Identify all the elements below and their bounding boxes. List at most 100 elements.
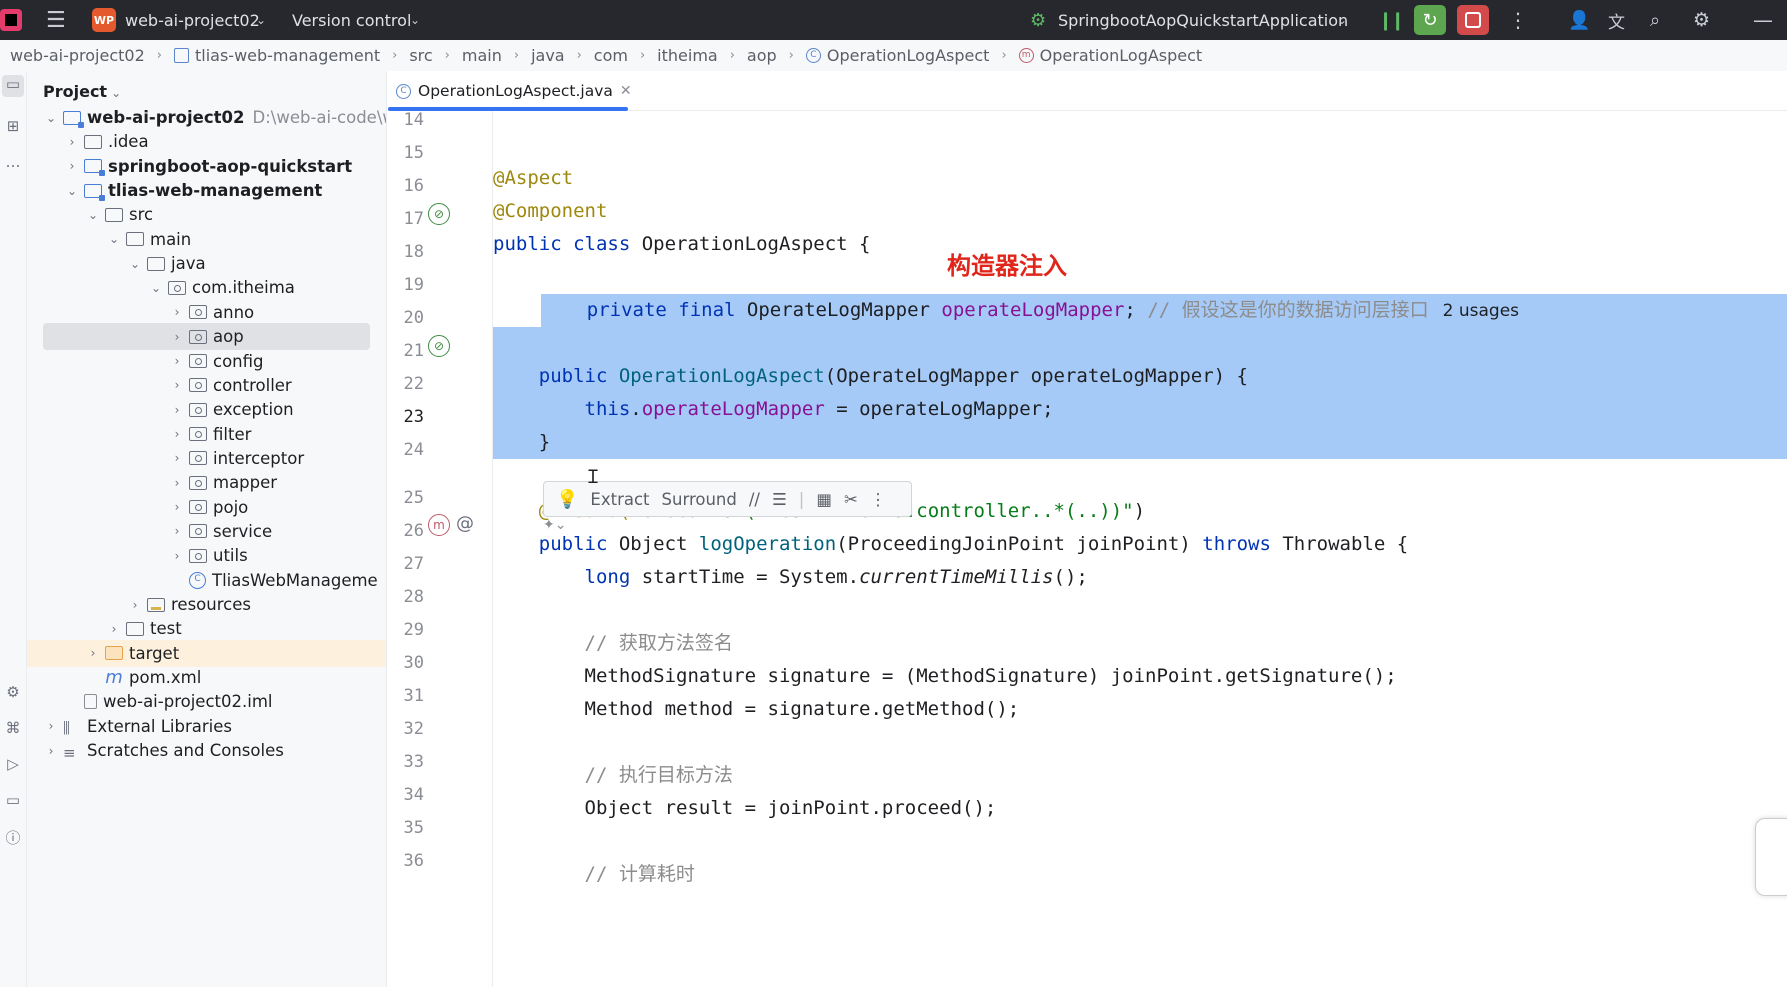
gear-icon[interactable]: ⚙ bbox=[1693, 0, 1710, 40]
tree-item[interactable]: › filter bbox=[27, 421, 386, 448]
comment-icon[interactable]: // bbox=[749, 490, 760, 509]
code-editor[interactable]: @Aspect @Component public class Operatio… bbox=[492, 111, 1787, 987]
chevron-right-icon[interactable]: › bbox=[85, 646, 101, 660]
usages-hint[interactable]: 2 usages bbox=[1443, 301, 1519, 321]
tree-item[interactable]: ⌄ java bbox=[27, 250, 386, 277]
chevron-right-icon[interactable]: › bbox=[43, 719, 59, 733]
rerun-button[interactable]: ↻ bbox=[1414, 5, 1446, 35]
chevron-down-icon[interactable]: ⌄ bbox=[106, 232, 122, 246]
chevron-right-icon[interactable]: › bbox=[43, 744, 59, 758]
tree-item[interactable]: › pojo bbox=[27, 494, 386, 521]
chevron-down-icon[interactable]: ⌄ bbox=[148, 281, 164, 295]
search-icon[interactable]: ⌕ bbox=[1650, 0, 1660, 40]
line-number[interactable]: 29 bbox=[388, 620, 424, 640]
line-number[interactable]: 18 bbox=[388, 242, 424, 262]
tree-item[interactable]: › service bbox=[27, 518, 386, 545]
tree-item[interactable]: ⌄ web-ai-project02 D:\web-ai-code\we bbox=[27, 104, 386, 131]
bean-gutter-icon[interactable]: ⊘ bbox=[428, 203, 450, 225]
line-number[interactable]: 36 bbox=[388, 851, 424, 871]
build-tool-icon[interactable]: ⌘ bbox=[2, 719, 24, 737]
chevron-right-icon[interactable]: › bbox=[127, 598, 143, 612]
version-control-dropdown[interactable]: Version control bbox=[292, 0, 411, 40]
tree-item[interactable]: › test bbox=[27, 615, 386, 642]
line-number[interactable]: 16 bbox=[388, 176, 424, 196]
tree-item[interactable]: › target bbox=[27, 639, 386, 667]
chevron-down-icon[interactable]: ⌄ bbox=[127, 257, 143, 271]
add-user-icon[interactable]: 👤 bbox=[1568, 0, 1590, 40]
line-number[interactable]: 31 bbox=[388, 686, 424, 706]
chevron-right-icon[interactable]: › bbox=[169, 378, 185, 392]
project-panel-header[interactable]: Project ⌄ bbox=[43, 82, 121, 101]
minimize-icon[interactable]: — bbox=[1753, 0, 1773, 40]
chevron-down-icon[interactable]: ⌄ bbox=[256, 0, 266, 40]
line-number[interactable]: 33 bbox=[388, 752, 424, 772]
line-number[interactable]: 21 bbox=[388, 341, 424, 361]
chevron-right-icon[interactable]: › bbox=[169, 549, 185, 563]
run-tool-icon[interactable]: ▷ bbox=[2, 755, 24, 773]
line-number[interactable]: 20 bbox=[388, 308, 424, 328]
breadcrumb-item[interactable]: tlias-web-management bbox=[173, 46, 380, 65]
chevron-right-icon[interactable]: › bbox=[169, 305, 185, 319]
chevron-down-icon[interactable]: ⌄ bbox=[43, 111, 59, 125]
project-name-dropdown[interactable]: web-ai-project02 bbox=[125, 0, 260, 40]
terminal-tool-icon[interactable]: ▭ bbox=[2, 791, 24, 809]
line-number[interactable]: 17 bbox=[388, 209, 424, 229]
line-number[interactable]: 24 bbox=[388, 440, 424, 460]
extract-button[interactable]: Extract bbox=[590, 490, 649, 509]
advice-gutter-icon[interactable]: m bbox=[428, 514, 450, 536]
line-number[interactable]: 25 bbox=[388, 488, 424, 508]
chevron-right-icon[interactable]: › bbox=[169, 476, 185, 490]
line-number[interactable]: 35 bbox=[388, 818, 424, 838]
chevron-down-icon[interactable]: ⌄ bbox=[111, 86, 121, 100]
magic-dropdown-icon[interactable]: ✦⌄ bbox=[543, 517, 566, 533]
breadcrumb-item[interactable]: src bbox=[409, 46, 432, 65]
breadcrumb-item[interactable]: web-ai-project02 bbox=[10, 46, 145, 65]
chevron-down-icon[interactable]: ⌄ bbox=[64, 184, 80, 198]
chevron-right-icon[interactable]: › bbox=[64, 159, 80, 173]
tree-item[interactable]: › mapper bbox=[27, 469, 386, 496]
table-icon[interactable]: ▦ bbox=[816, 490, 832, 509]
tree-item[interactable]: ⌄ main bbox=[27, 226, 386, 253]
chevron-right-icon[interactable]: › bbox=[169, 354, 185, 368]
structure-tool-icon[interactable]: ⊞ bbox=[2, 117, 24, 135]
project-badge[interactable]: WP bbox=[92, 8, 116, 32]
chevron-right-icon[interactable]: › bbox=[169, 451, 185, 465]
stop-button[interactable] bbox=[1457, 5, 1489, 35]
tree-item[interactable]: ⌄ tlias-web-management bbox=[27, 177, 386, 204]
chevron-down-icon[interactable]: ⌄ bbox=[410, 0, 420, 40]
close-icon[interactable]: ✕ bbox=[620, 83, 632, 99]
tree-item[interactable]: › controller bbox=[27, 372, 386, 399]
tree-item[interactable]: › resources bbox=[27, 591, 386, 618]
project-tool-icon[interactable]: ▭ bbox=[2, 75, 24, 97]
chevron-right-icon[interactable]: › bbox=[169, 500, 185, 514]
chevron-down-icon[interactable]: ⌄ bbox=[85, 208, 101, 222]
tree-item[interactable]: C TliasWebManageme bbox=[27, 567, 386, 594]
line-number[interactable]: 22 bbox=[388, 374, 424, 394]
tree-item[interactable]: › interceptor bbox=[27, 445, 386, 472]
line-number[interactable]: 19 bbox=[388, 275, 424, 295]
chevron-right-icon[interactable]: › bbox=[169, 403, 185, 417]
line-number[interactable]: 28 bbox=[388, 587, 424, 607]
tree-item[interactable]: › exception bbox=[27, 396, 386, 423]
tree-item[interactable]: › ⫼ External Libraries bbox=[27, 713, 386, 740]
problems-tool-icon[interactable]: ⓘ bbox=[2, 827, 24, 848]
tree-item[interactable]: › aop bbox=[43, 323, 370, 351]
reformat-icon[interactable]: ☰ bbox=[772, 490, 787, 509]
lightbulb-icon[interactable]: 💡 bbox=[556, 489, 578, 510]
tree-item[interactable]: › springboot-aop-quickstart bbox=[27, 153, 386, 180]
breadcrumb-item[interactable]: m OperationLogAspect bbox=[1018, 46, 1202, 65]
tree-item[interactable]: › ≡ Scratches and Consoles bbox=[27, 737, 386, 764]
main-menu-icon[interactable]: ☰ bbox=[46, 0, 70, 40]
chevron-right-icon[interactable]: › bbox=[106, 622, 122, 636]
translate-icon[interactable]: 文 bbox=[1608, 0, 1625, 40]
line-number[interactable]: 27 bbox=[388, 554, 424, 574]
run-config-dropdown[interactable]: SpringbootAopQuickstartApplication bbox=[1058, 0, 1348, 40]
ai-assist-icon[interactable]: ✂ bbox=[844, 490, 858, 509]
more-icon[interactable]: ⋮ bbox=[870, 490, 887, 509]
breadcrumb-item[interactable]: com bbox=[594, 46, 628, 65]
ide-logo-icon[interactable] bbox=[0, 9, 22, 31]
line-number[interactable]: 32 bbox=[388, 719, 424, 739]
breadcrumb-item[interactable]: aop bbox=[747, 46, 777, 65]
tree-item[interactable]: › utils bbox=[27, 542, 386, 569]
chevron-right-icon[interactable]: › bbox=[169, 427, 185, 441]
